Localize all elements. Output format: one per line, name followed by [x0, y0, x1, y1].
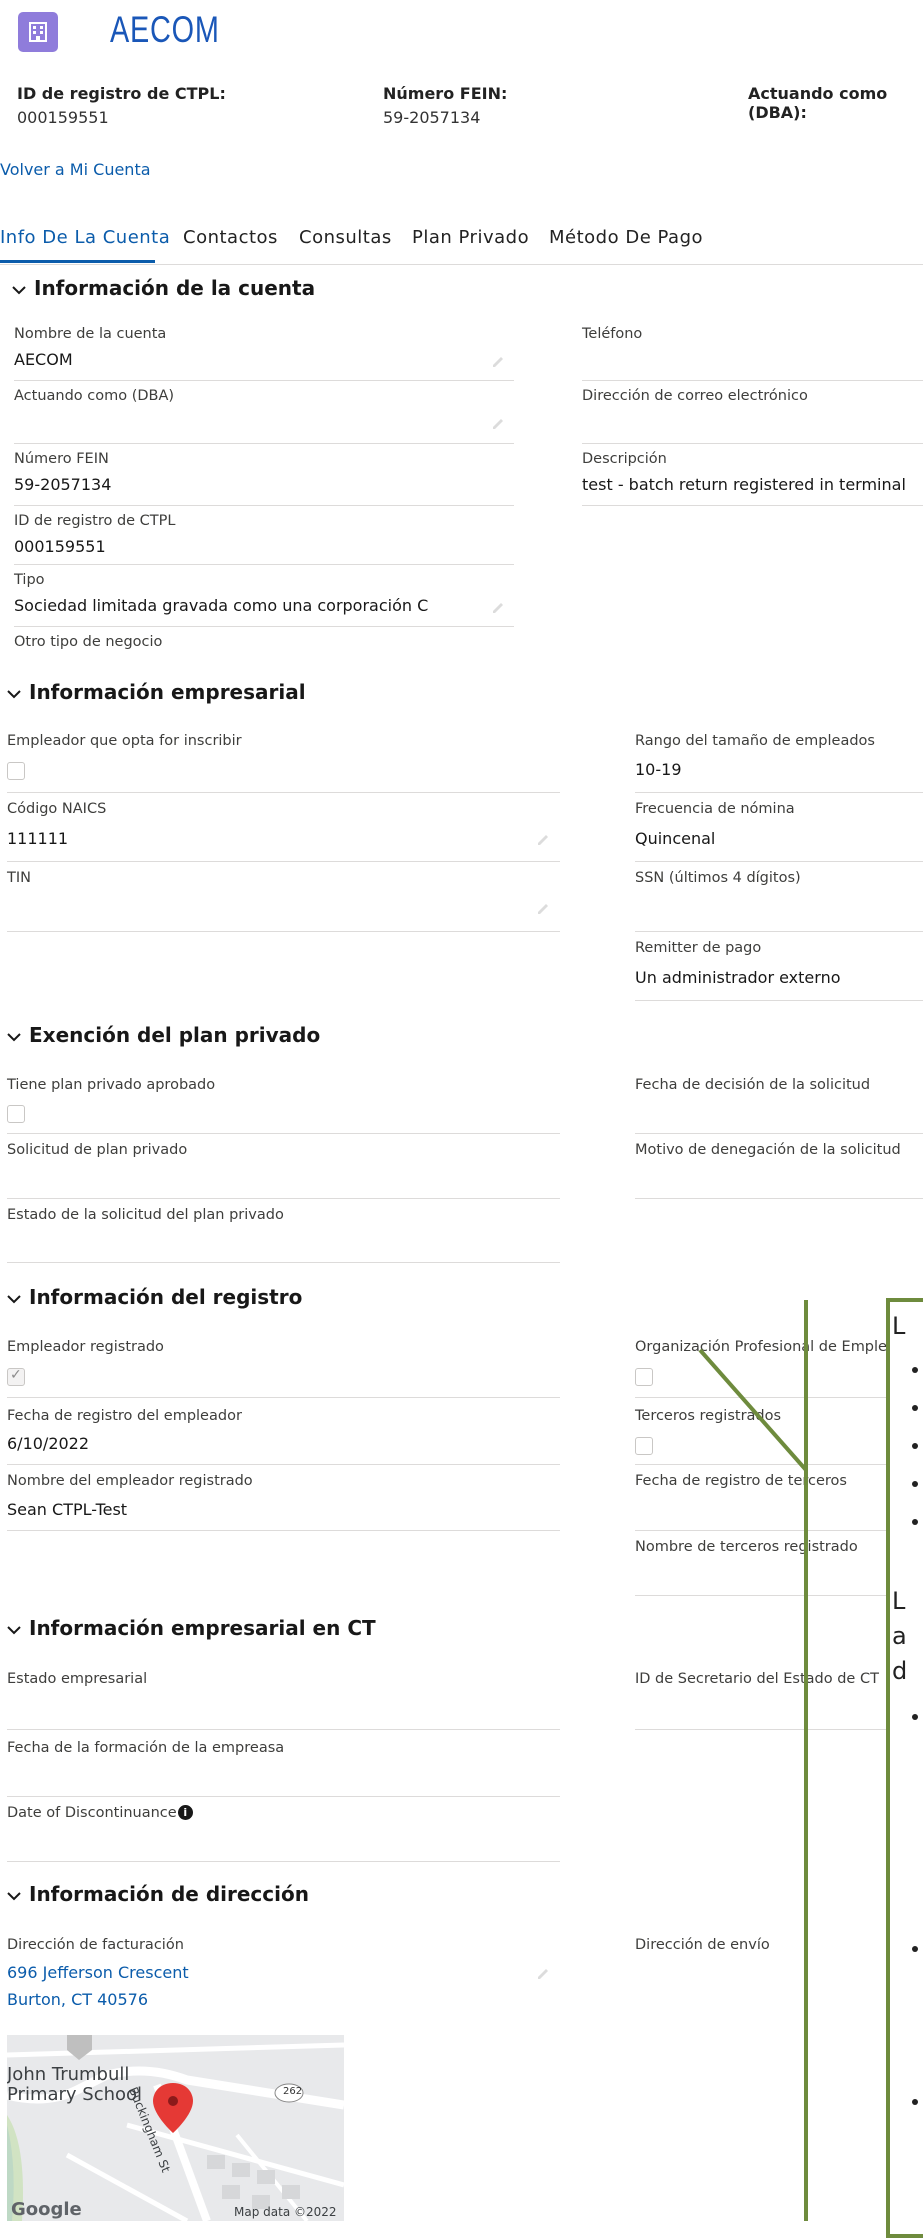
overlay-text: a [892, 1622, 907, 1650]
overlay-bullet [912, 1443, 918, 1449]
overlay-bullet [912, 1367, 918, 1373]
overlay-text: d [892, 1657, 908, 1685]
overlay-callout-box: L L a d [886, 1298, 923, 2238]
overlay-bullet [912, 1405, 918, 1411]
overlay-text: L [892, 1587, 906, 1615]
overlay-text: L [892, 1312, 906, 1340]
overlay-bullet [912, 1946, 918, 1952]
overlay-connector-lines [698, 1300, 808, 2221]
overlay-bullet [912, 1714, 918, 1720]
overlay-bullet [912, 1481, 918, 1487]
overlay-bullet [912, 1519, 918, 1525]
overlay-bullet [912, 2099, 918, 2105]
